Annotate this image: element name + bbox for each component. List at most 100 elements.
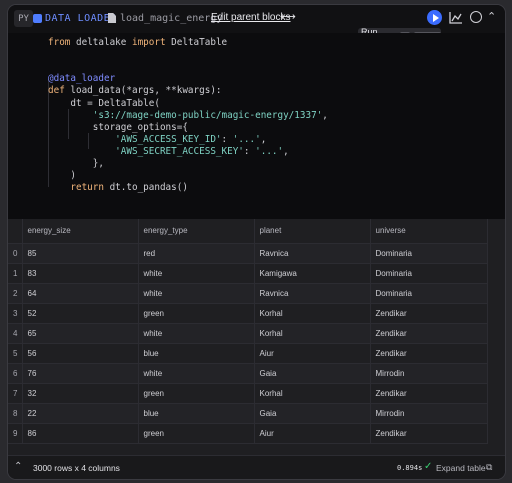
table-cell: green [138,383,255,404]
table-cell: Korhal [254,383,371,404]
table-cell: Korhal [254,323,371,344]
chart-icon[interactable] [449,10,463,24]
external-link-icon[interactable]: ⧉ [486,462,492,473]
chevron-up-icon[interactable]: ⌃ [14,461,22,472]
table-cell: Gaia [254,403,371,424]
table-row: 0 85 red Ravnica Dominaria [8,243,488,264]
table-row: 1 83 white Kamigawa Dominaria [8,263,488,284]
row-index: 3 [8,303,23,324]
table-cell: white [138,283,255,304]
table-cell: Mirrodin [370,403,488,424]
code-token: storage_options={ [48,121,188,133]
column-header[interactable]: energy_type [138,219,255,244]
table-cell: Aiur [254,343,371,364]
code-token: : [221,133,233,145]
table-cell: Ravnica [254,283,371,304]
table-row: 2 64 white Ravnica Dominaria [8,283,488,304]
expand-table-button[interactable]: Expand table [436,463,486,473]
code-line: 'AWS_SECRET_ACCESS_KEY': '...', [48,146,289,158]
code-line: from deltalake import DeltaTable [48,37,227,49]
table-cell: 83 [22,263,139,284]
code-token: '...' [232,133,261,145]
code-line: }, [48,158,104,170]
more-options-icon[interactable] [470,11,482,23]
code-token: load_data(*args, **kwargs): [70,85,222,97]
code-token: 's3://mage-demo-public/magic-energy/1337… [92,109,323,121]
table-cell: 86 [22,423,139,444]
table-cell: Zendikar [370,343,488,364]
table-cell: 22 [22,403,139,424]
table-cell: 64 [22,283,139,304]
row-index: 0 [8,243,23,264]
table-cell: Gaia [254,363,371,384]
output-table: energy_size energy_type planet universe … [8,219,505,455]
code-token: 'AWS_SECRET_ACCESS_KEY' [115,145,244,157]
table-cell: 32 [22,383,139,404]
table-row: 6 76 white Gaia Mirrodin [8,363,488,384]
block-type-label: DATA LOADER [45,13,117,24]
table-row: 7 32 green Korhal Zendikar [8,383,488,404]
arrow-both-icon: ⟷ [280,11,296,23]
table-cell: Zendikar [370,383,488,404]
row-index: 6 [8,363,23,384]
edit-parent-blocks-link[interactable]: Edit parent blocks [211,12,291,23]
code-token: import [131,37,172,48]
code-line: return dt.to_pandas() [48,182,188,194]
table-cell: Aiur [254,423,371,444]
table-cell: Zendikar [370,423,488,444]
table-body: 0 85 red Ravnica Dominaria 1 83 white Kamigawa Do… [8,243,488,444]
rows-count: 3000 rows x 4 columns [33,463,120,473]
code-line: def load_data(*args, **kwargs): [48,85,222,97]
block-type-color-icon [33,14,42,23]
check-icon: ✓ [424,461,433,472]
execution-time: 0.894s [397,464,423,472]
chevron-up-icon[interactable]: ⌃ [487,10,496,23]
table-cell: 52 [22,303,139,324]
table-cell: 85 [22,243,139,264]
code-token: '...' [255,145,284,157]
table-cell: 56 [22,343,139,364]
table-cell: Dominaria [370,263,488,284]
code-token: : [243,145,256,157]
code-block: PY DATA LOADER load_magic_energy Edit pa… [7,4,506,480]
table-row: 5 56 blue Aiur Zendikar [8,343,488,364]
code-token: def [48,85,71,97]
table-cell: blue [138,403,255,424]
row-index: 4 [8,323,23,344]
row-index: 1 [8,263,23,284]
row-index: 2 [8,283,23,304]
table-cell: green [138,303,255,324]
code-token: @data_loader [48,73,116,85]
code-token: ) [48,170,76,182]
row-index: 8 [8,403,23,424]
code-token: }, [48,158,104,169]
table-cell: Dominaria [370,243,488,264]
table-footer: ⌃ 3000 rows x 4 columns 0.894s ✓ Expand … [8,455,505,479]
table-row: 3 52 green Korhal Zendikar [8,303,488,324]
table-cell: white [138,323,255,344]
row-index: 9 [8,423,23,444]
table-cell: green [138,423,255,444]
column-header[interactable]: planet [254,219,371,244]
table-cell: Ravnica [254,243,371,264]
code-editor[interactable]: from deltalake import DeltaTable @data_lo… [8,33,505,219]
code-token: from [48,37,76,48]
table-cell: 65 [22,323,139,344]
column-header[interactable]: energy_size [22,219,139,244]
table-cell: Korhal [254,303,371,324]
table-cell: 76 [22,363,139,384]
table-cell: blue [138,343,255,364]
code-line: ) [48,170,76,182]
code-line: storage_options={ [48,122,188,134]
column-header[interactable]: universe [370,219,488,244]
language-badge: PY [14,10,33,27]
run-block-button[interactable] [427,10,442,25]
play-icon [432,13,439,22]
code-token: DeltaTable [171,37,228,48]
block-name[interactable]: load_magic_energy [120,13,222,24]
code-line: dt = DeltaTable( [48,98,160,110]
table-cell: Zendikar [370,323,488,344]
